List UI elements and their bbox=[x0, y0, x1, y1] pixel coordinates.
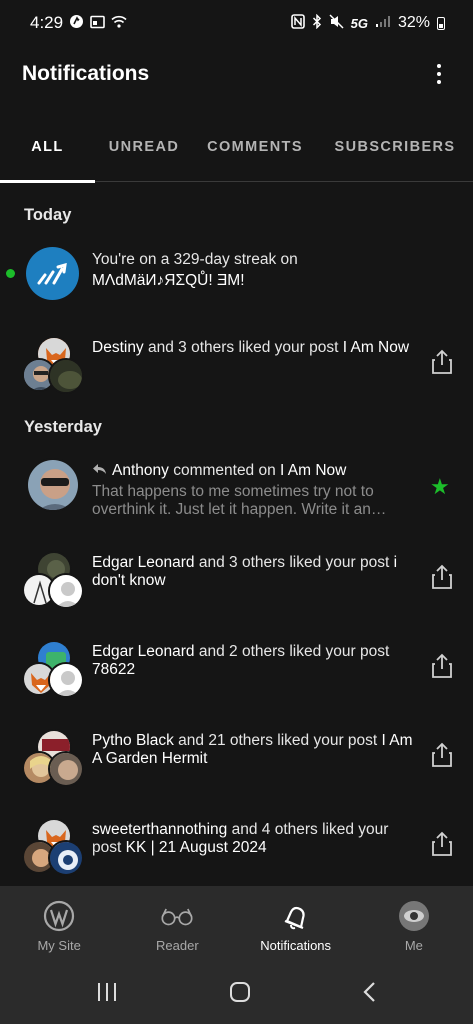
tab-subscribers[interactable]: SUBSCRIBERS bbox=[317, 112, 473, 182]
streak-achievement-icon bbox=[26, 247, 79, 300]
app-header: Notifications bbox=[0, 46, 473, 102]
default-avatar bbox=[48, 662, 84, 698]
battery-icon bbox=[437, 16, 445, 30]
nav-label: Me bbox=[404, 938, 423, 953]
reply-icon bbox=[92, 462, 112, 480]
bell-icon bbox=[279, 900, 313, 932]
notification-text: sweeterthannothing and 4 others liked yo… bbox=[92, 821, 389, 856]
share-icon[interactable] bbox=[430, 653, 454, 679]
site-name: MΛdMäИ♪ЯΣQŮ! ƎM! bbox=[92, 272, 245, 289]
tab-all[interactable]: ALL bbox=[0, 112, 95, 183]
nav-label: My Site bbox=[37, 938, 81, 953]
notification-item[interactable]: sweeterthannothing and 4 others liked yo… bbox=[0, 818, 473, 878]
filter-tabs: ALL UNREAD COMMENTS SUBSCRIBERS bbox=[0, 112, 473, 183]
nfc-icon bbox=[290, 14, 305, 32]
share-icon[interactable] bbox=[430, 564, 454, 590]
wifi-icon bbox=[111, 15, 127, 31]
more-vertical-icon[interactable] bbox=[427, 54, 451, 94]
signal-icon bbox=[375, 15, 391, 31]
notification-item[interactable]: Anthony commented on I Am Now That happe… bbox=[0, 458, 473, 522]
user-avatar bbox=[48, 751, 84, 787]
wordpress-icon bbox=[42, 900, 76, 932]
notification-text: Pytho Black and 21 others liked your pos… bbox=[92, 732, 413, 767]
section-heading-today: Today bbox=[24, 206, 72, 224]
notification-text: Edgar Leonard and 2 others liked your po… bbox=[92, 643, 390, 678]
tab-comments[interactable]: COMMENTS bbox=[193, 112, 317, 182]
bluetooth-icon bbox=[312, 13, 322, 32]
status-time: 4:29 bbox=[30, 13, 64, 32]
home-icon[interactable] bbox=[228, 981, 252, 1008]
default-avatar bbox=[48, 573, 84, 609]
comment-excerpt: That happens to me sometimes try not to … bbox=[92, 483, 387, 518]
notification-item[interactable]: Edgar Leonard and 3 others liked your po… bbox=[0, 551, 473, 611]
share-icon[interactable] bbox=[430, 349, 454, 375]
user-avatar bbox=[26, 458, 80, 512]
notification-text: Anthony commented on I Am Now That happe… bbox=[92, 462, 417, 519]
unread-indicator bbox=[6, 269, 15, 278]
notification-item[interactable]: You're on a 329-day streak on MΛdMäИ♪ЯΣQ… bbox=[0, 244, 473, 304]
share-icon[interactable] bbox=[430, 742, 454, 768]
user-avatar bbox=[48, 840, 84, 876]
bottom-navigation: My Site Reader Notifications Me bbox=[0, 886, 473, 964]
status-bar: 4:29 5G 32% bbox=[0, 0, 473, 46]
nav-label: Reader bbox=[156, 938, 199, 953]
battery-percent: 32% bbox=[397, 14, 430, 31]
nav-reader[interactable]: Reader bbox=[118, 886, 236, 964]
sync-icon bbox=[69, 14, 84, 32]
nav-notifications[interactable]: Notifications bbox=[237, 886, 355, 964]
calendar-icon bbox=[90, 15, 105, 32]
mute-icon bbox=[329, 14, 344, 32]
system-navigation-bar bbox=[0, 964, 473, 1024]
notification-item[interactable]: Edgar Leonard and 2 others liked your po… bbox=[0, 640, 473, 700]
back-icon[interactable] bbox=[362, 981, 378, 1008]
notification-item[interactable]: Destiny and 3 others liked your post I A… bbox=[0, 336, 473, 396]
notification-text: Edgar Leonard and 3 others liked your po… bbox=[92, 554, 398, 589]
recent-apps-icon[interactable] bbox=[95, 981, 119, 1008]
glasses-icon bbox=[160, 900, 194, 932]
nav-my-site[interactable]: My Site bbox=[0, 886, 118, 964]
network-type: 5G bbox=[350, 15, 368, 31]
notification-item[interactable]: Pytho Black and 21 others liked your pos… bbox=[0, 729, 473, 789]
user-avatar bbox=[48, 358, 84, 394]
tab-unread[interactable]: UNREAD bbox=[95, 112, 193, 182]
notification-text: Destiny and 3 others liked your post I A… bbox=[92, 339, 410, 356]
nav-label: Notifications bbox=[260, 938, 332, 953]
share-icon[interactable] bbox=[430, 831, 454, 857]
avatar-icon bbox=[397, 900, 431, 932]
notification-text: You're on a 329-day streak on MΛdMäИ♪ЯΣQ… bbox=[92, 251, 298, 289]
nav-me[interactable]: Me bbox=[355, 886, 473, 964]
section-heading-yesterday: Yesterday bbox=[24, 418, 102, 436]
star-icon[interactable]: ★ bbox=[430, 474, 450, 500]
page-title: Notifications bbox=[22, 62, 150, 85]
